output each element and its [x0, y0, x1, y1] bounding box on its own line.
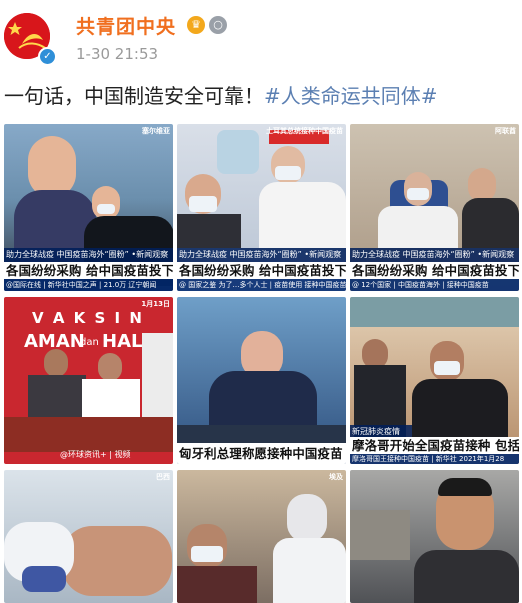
person-figure	[177, 214, 241, 248]
nurse-figure	[468, 168, 496, 202]
nurse-figure	[287, 494, 327, 542]
date-label: 1月13日	[141, 300, 170, 308]
news-caption: 各国纷纷采购 给中国疫苗投下	[350, 262, 519, 279]
flowers	[4, 417, 173, 452]
image-tile-5[interactable]: 匈牙利总理称愿接种中国疫苗	[177, 297, 346, 464]
face-mask	[434, 361, 460, 375]
news-caption: 各国纷纷采购 给中国疫苗投下	[4, 262, 173, 279]
arm	[62, 526, 172, 596]
banner-text-dan: dan	[80, 337, 99, 348]
post-time: 1-30 21:53	[76, 45, 159, 63]
glove-cuff	[22, 566, 66, 592]
image-tile-2[interactable]: 土耳其总统接种中国疫苗 助力全球战疫 中国疫苗海外“圈粉” •新闻观察 各国纷纷…	[177, 124, 346, 291]
post-body: 一句话，中国制造安全可靠！	[4, 84, 264, 108]
face-mask	[407, 188, 429, 200]
face-mask	[275, 166, 301, 180]
wall-pattern	[350, 297, 519, 327]
location-label: 巴西	[156, 473, 170, 481]
person-figure	[28, 136, 76, 198]
news-footer: @ 国家之鉴 为了…多个人士 | 疫苗使用 接种中国疫苗	[177, 279, 346, 291]
location-label: 阿联酋	[495, 127, 516, 135]
face-mask	[191, 546, 223, 562]
nurse-figure	[273, 538, 346, 603]
person-figure	[414, 550, 519, 603]
image-tile-8[interactable]: 埃及	[177, 470, 346, 603]
person-figure	[378, 206, 458, 248]
account-name[interactable]: 共青团中央	[76, 12, 176, 39]
news-caption: 摩洛哥开始全国疫苗接种 包括中	[350, 437, 519, 454]
news-ticker: 助力全球战疫 中国疫苗海外“圈粉” •新闻观察	[350, 248, 519, 262]
banner-text-vaksin: V A K S I N	[32, 309, 144, 327]
person-figure	[92, 186, 120, 220]
face-mask	[97, 204, 115, 214]
location-label: 埃及	[329, 473, 343, 481]
verified-badge: ✓	[38, 47, 57, 66]
face-mask	[189, 196, 217, 212]
image-grid: 塞尔维亚 助力全球战疫 中国疫苗海外“圈粉” •新闻观察 各国纷纷采购 给中国疫…	[4, 124, 520, 603]
king-figure	[412, 379, 508, 439]
image-tile-9[interactable]	[350, 470, 519, 603]
image-tile-6[interactable]: 新冠肺炎疫情 摩洛哥开始全国疫苗接种 包括中 摩洛哥国王接种中国疫苗 | 新华社…	[350, 297, 519, 464]
news-footer: @国际在线 | 新华社中国之声 | 21.0万 辽宁朝闻	[4, 279, 173, 291]
hashtag-link[interactable]: #人类命运共同体#	[264, 84, 438, 108]
person-figure	[44, 349, 68, 377]
account-badges: ♛ ○	[187, 13, 227, 34]
president-figure	[98, 353, 122, 381]
image-tile-7[interactable]: 巴西	[4, 470, 173, 603]
doctor-figure	[259, 182, 346, 248]
nurse-figure	[462, 198, 519, 248]
post-text: 一句话，中国制造安全可靠！#人类命运共同体#	[4, 80, 438, 109]
desk	[177, 425, 346, 443]
image-tile-4[interactable]: V A K S I N AMAN dan HALAL 1月13日 @环球资讯+ …	[4, 297, 173, 464]
room-shelf	[350, 510, 410, 560]
crown-icon: ♛	[187, 16, 205, 34]
level-icon: ○	[209, 16, 227, 34]
location-label: 塞尔维亚	[142, 127, 170, 135]
vaccine-vial	[217, 130, 259, 174]
news-ticker: 助力全球战疫 中国疫苗海外“圈粉” •新闻观察	[177, 248, 346, 262]
image-tile-3[interactable]: 阿联酋 助力全球战疫 中国疫苗海外“圈粉” •新闻观察 各国纷纷采购 给中国疫苗…	[350, 124, 519, 291]
news-footer: @环球资讯+ | 视频	[60, 450, 131, 459]
headline-label: 土耳其总统接种中国疫苗	[266, 127, 343, 135]
news-footer: 摩洛哥国王接种中国疫苗 | 新华社 2021年1月28	[350, 454, 519, 464]
person-figure	[177, 566, 257, 603]
news-caption: 匈牙利总理称愿接种中国疫苗	[177, 443, 346, 464]
image-tile-1[interactable]: 塞尔维亚 助力全球战疫 中国疫苗海外“圈粉” •新闻观察 各国纷纷采购 给中国疫…	[4, 124, 173, 291]
news-ticker: 助力全球战疫 中国疫苗海外“圈粉” •新闻观察	[4, 248, 173, 262]
news-footer: @ 12个国家 | 中国疫苗海外 | 接种中国疫苗	[350, 279, 519, 291]
hair	[438, 478, 492, 496]
news-caption: 各国纷纷采购 给中国疫苗投下	[177, 262, 346, 279]
post-header: ✓ 共青团中央 ♛ ○ 1-30 21:53	[0, 0, 522, 80]
